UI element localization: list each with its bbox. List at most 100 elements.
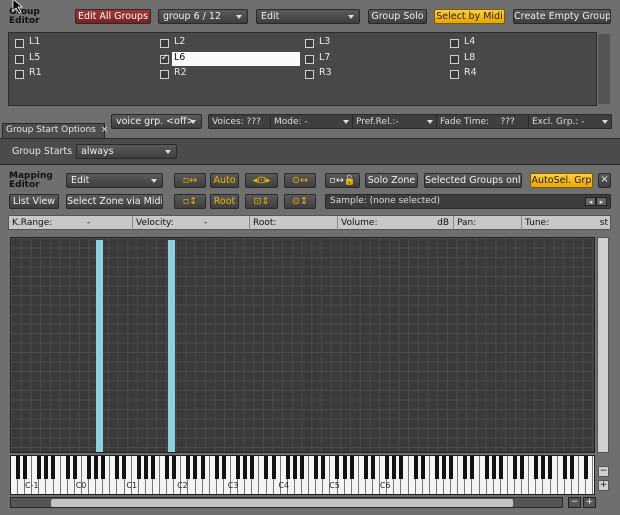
- group-label-r4[interactable]: R4: [464, 67, 477, 78]
- group-label-r1[interactable]: R1: [29, 67, 42, 78]
- edit-all-groups-button[interactable]: Edit All Groups: [75, 9, 151, 24]
- pan-field[interactable]: Pan:: [454, 216, 522, 230]
- black-key[interactable]: [299, 456, 304, 479]
- black-key[interactable]: [214, 456, 219, 479]
- black-key[interactable]: [200, 456, 205, 479]
- group-list-scrollbar[interactable]: [598, 34, 610, 104]
- group-checkbox-l8[interactable]: [450, 55, 459, 64]
- hscroll-thumb[interactable]: [51, 499, 513, 507]
- auto-map-button[interactable]: Auto: [210, 173, 239, 188]
- black-key[interactable]: [15, 456, 20, 479]
- fade-time-field[interactable]: Fade Time: ???: [437, 115, 529, 129]
- group-checkbox-l6[interactable]: [160, 53, 169, 64]
- group-label-l1[interactable]: L1: [29, 36, 40, 47]
- group-checkbox-l7[interactable]: [305, 55, 314, 64]
- mapping-grid-vscrollbar[interactable]: [597, 237, 609, 453]
- black-key[interactable]: [44, 456, 49, 479]
- black-key[interactable]: [520, 456, 524, 479]
- mode-field[interactable]: Mode: -: [271, 115, 353, 129]
- excl-grp-dropdown-arrow-icon[interactable]: [602, 120, 608, 124]
- group-checkbox-r1[interactable]: [15, 70, 24, 79]
- black-key[interactable]: [463, 456, 468, 479]
- black-key[interactable]: [534, 456, 539, 479]
- black-key[interactable]: [186, 456, 191, 479]
- map-keyrange-button[interactable]: ▫↔: [174, 173, 206, 188]
- piano-keyboard[interactable]: C-1 C0 C1 C2 C3 C4 C5 C6: [10, 455, 595, 495]
- black-key[interactable]: [236, 456, 240, 479]
- black-key[interactable]: [65, 456, 70, 479]
- group-label-l7[interactable]: L7: [319, 52, 330, 63]
- black-key[interactable]: [122, 456, 127, 479]
- krange-field[interactable]: K.Range: -: [9, 216, 133, 230]
- sample-prev-arrow-icon[interactable]: ◂: [585, 197, 596, 206]
- autosel-grp-button[interactable]: AutoSel. Grp: [530, 173, 593, 188]
- black-key[interactable]: [541, 456, 546, 479]
- mapping-grid[interactable]: [10, 237, 595, 453]
- sample-field[interactable]: Sample: (none selected) ◂ ▸: [325, 194, 611, 209]
- black-key[interactable]: [94, 456, 98, 479]
- black-key[interactable]: [292, 456, 297, 479]
- mapping-grid-hscrollbar[interactable]: [10, 497, 563, 508]
- black-key[interactable]: [399, 456, 404, 479]
- group-label-l2[interactable]: L2: [174, 36, 185, 47]
- resize-zone-button[interactable]: ⊡⇕: [245, 194, 278, 209]
- sample-next-arrow-icon[interactable]: ▸: [596, 197, 607, 206]
- voice-group-dropdown[interactable]: voice grp. <off>: [111, 114, 202, 129]
- group-checkbox-l3[interactable]: [305, 39, 314, 48]
- mode-dropdown-arrow-icon[interactable]: [343, 120, 349, 124]
- group-checkbox-r4[interactable]: [450, 70, 459, 79]
- black-key[interactable]: [271, 456, 276, 479]
- black-key[interactable]: [243, 456, 248, 479]
- black-key[interactable]: [165, 456, 169, 479]
- black-key[interactable]: [342, 456, 347, 479]
- group-checkbox-l5[interactable]: [15, 55, 24, 64]
- black-key[interactable]: [449, 456, 453, 479]
- black-key[interactable]: [264, 456, 269, 479]
- group-label-l5[interactable]: L5: [29, 52, 40, 63]
- group-label-l4[interactable]: L4: [464, 36, 475, 47]
- black-key[interactable]: [562, 456, 567, 479]
- group-solo-button[interactable]: Group Solo: [368, 9, 427, 24]
- black-key[interactable]: [335, 456, 340, 479]
- black-key[interactable]: [51, 456, 56, 479]
- group-label-l3[interactable]: L3: [319, 36, 330, 47]
- group-label-r2[interactable]: R2: [174, 67, 187, 78]
- black-key[interactable]: [72, 456, 77, 479]
- hscroll-zoom-minus-button[interactable]: −: [568, 497, 581, 508]
- group-label-l8[interactable]: L8: [464, 52, 475, 63]
- group-checkbox-r2[interactable]: [160, 70, 169, 79]
- group-checkbox-l1[interactable]: [15, 39, 24, 48]
- black-key[interactable]: [548, 456, 553, 479]
- selected-groups-only-button[interactable]: Selected Groups only: [424, 173, 522, 188]
- select-zone-via-midi-button[interactable]: Select Zone via Midi: [66, 194, 163, 209]
- black-key[interactable]: [115, 456, 120, 479]
- black-key[interactable]: [37, 456, 42, 479]
- zone-l6-2[interactable]: [168, 240, 175, 452]
- keyboard-zoom-plus-button[interactable]: +: [598, 480, 609, 491]
- black-key[interactable]: [363, 456, 368, 479]
- black-key[interactable]: [470, 456, 475, 479]
- black-key[interactable]: [583, 456, 588, 479]
- black-key[interactable]: [434, 456, 439, 479]
- black-key[interactable]: [385, 456, 390, 479]
- root-map-button[interactable]: Root: [210, 194, 239, 209]
- black-key[interactable]: [250, 456, 255, 479]
- mapping-edit-mode-dropdown[interactable]: Edit: [66, 173, 163, 188]
- mapping-editor-close-button[interactable]: ×: [598, 173, 611, 188]
- root-field[interactable]: Root:: [250, 216, 338, 230]
- black-key[interactable]: [143, 456, 148, 479]
- black-key[interactable]: [498, 456, 503, 479]
- list-view-button[interactable]: List View: [9, 194, 59, 209]
- group-checkbox-r3[interactable]: [305, 70, 314, 79]
- tune-field[interactable]: Tune: st: [522, 216, 610, 230]
- velocity-field[interactable]: Velocity: -: [133, 216, 250, 230]
- excl-grp-field[interactable]: Excl. Grp.: -: [529, 115, 613, 129]
- hscroll-zoom-plus-button[interactable]: +: [583, 497, 596, 508]
- black-key[interactable]: [321, 456, 326, 479]
- volume-field[interactable]: Volume: dB: [338, 216, 454, 230]
- black-key[interactable]: [441, 456, 446, 479]
- black-key[interactable]: [349, 456, 354, 479]
- black-key[interactable]: [172, 456, 177, 479]
- group-select-dropdown[interactable]: group 6 / 12: [158, 9, 248, 24]
- link-zones-button[interactable]: ▫↔🔓: [325, 173, 360, 188]
